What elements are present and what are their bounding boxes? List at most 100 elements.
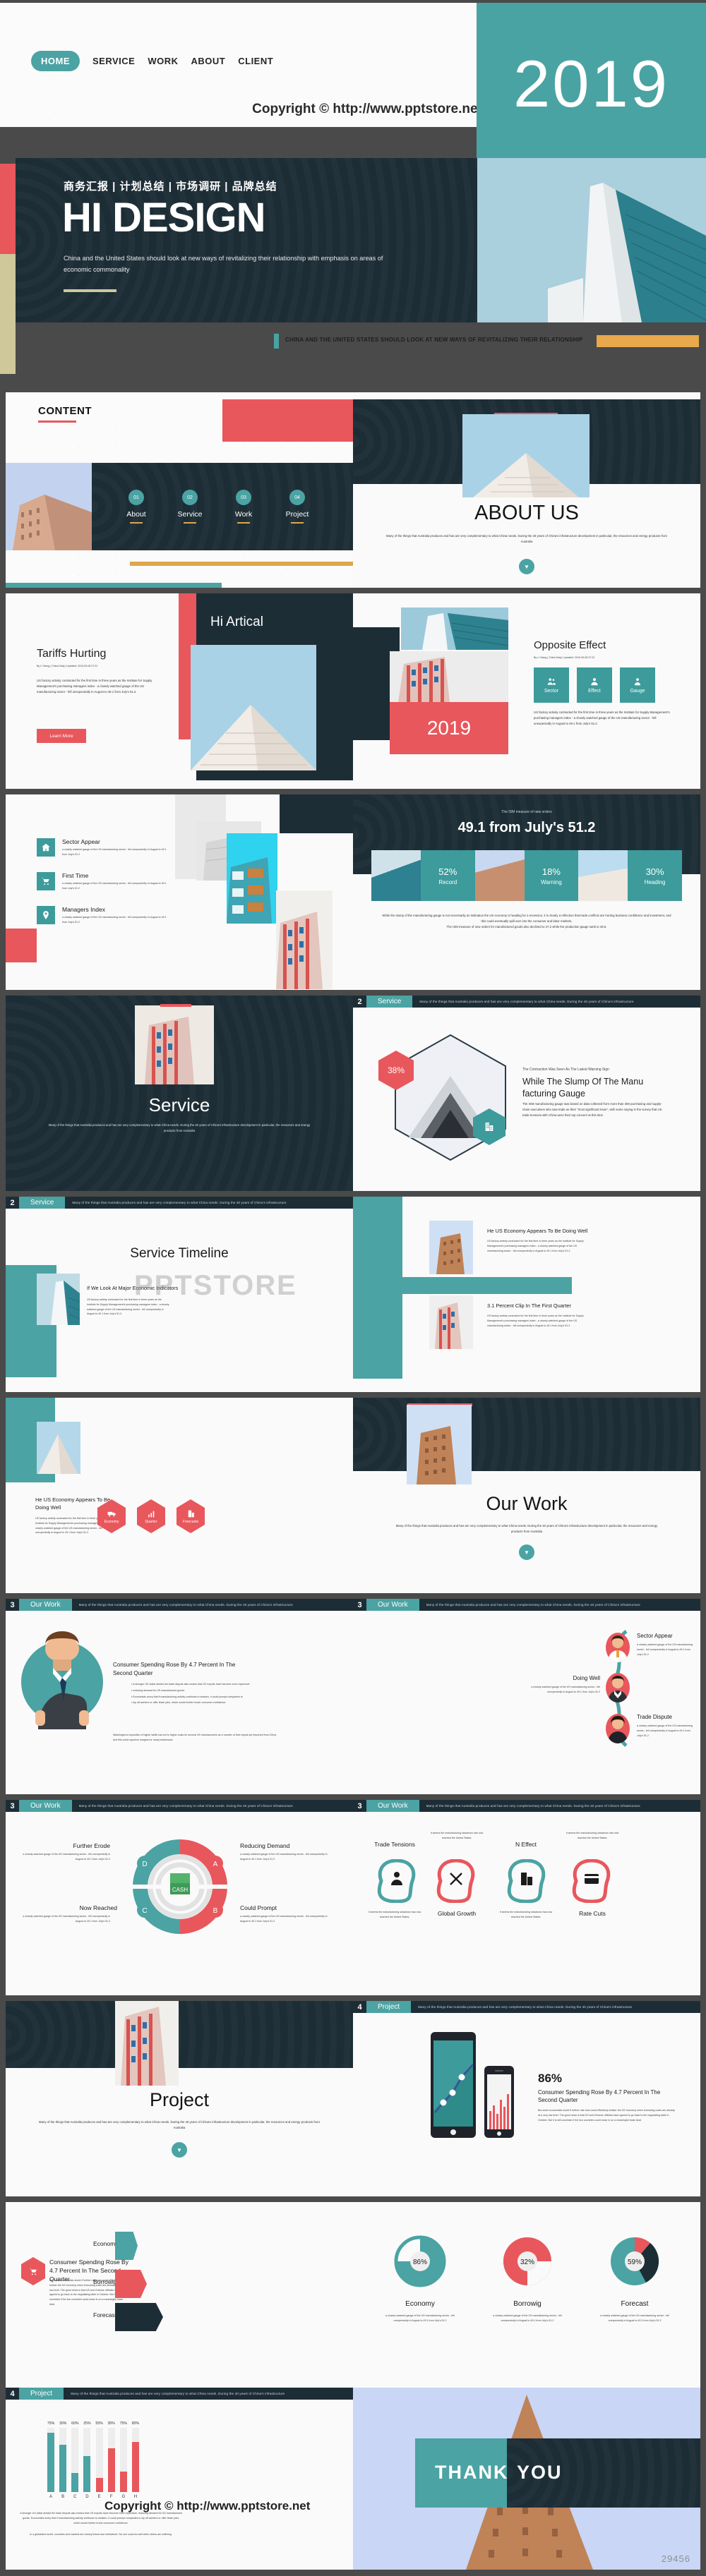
about-body: Many of the things that Australia produc…	[385, 534, 668, 543]
quadrant-body-a: a closely watched gauge of the US manufa…	[240, 1853, 328, 1861]
tablet-device	[431, 2032, 476, 2138]
slide-person[interactable]: 3 Our Work Many of the things that Austr…	[6, 1599, 353, 1794]
nav-item-service[interactable]: SERVICE	[92, 56, 135, 66]
slide-stats[interactable]: The ISM measure of new orders 49.1 from …	[353, 794, 700, 990]
timeline-title: Service Timeline	[130, 1246, 229, 1261]
content-item-dash	[184, 522, 196, 524]
slide-about-us[interactable]: ABOUT US Many of the things that Austral…	[353, 392, 700, 588]
learn-more-button[interactable]: Learn More	[37, 729, 86, 743]
bar-column: 25% D	[83, 2421, 91, 2499]
worker-icon	[634, 678, 641, 686]
slide-donut-quadrants[interactable]: 3 Our Work Many of the things that Austr…	[6, 1800, 353, 1995]
col-caption-3: It seems the manufacturing slowdown has …	[499, 1911, 553, 1918]
slide-hex[interactable]: 2 Service Many of the things that Austra…	[353, 996, 700, 1191]
bar-track	[119, 2428, 127, 2492]
twoblock-photo-1	[429, 1221, 473, 1274]
section-bar-work: 3 Our Work Many of the things that Austr…	[353, 1599, 700, 1611]
stat-value: 18%	[542, 866, 561, 877]
home-icon	[42, 843, 50, 852]
opposite-tiles[interactable]: Sector Effect Gauge	[534, 667, 655, 703]
list-item-body: a closely watched gauge of the US manufa…	[62, 848, 167, 856]
twoblock-photo-2	[429, 1295, 473, 1349]
slide-content[interactable]: CONTENT 01 About 02 Service 03 Work 04 P…	[6, 392, 353, 588]
section-text: Many of the things that Australia produc…	[426, 1804, 640, 1808]
hex-badge-forecasts[interactable]: Forecasts	[176, 1499, 205, 1533]
donut-body: a closely watched gauge of the US manufa…	[600, 2314, 669, 2322]
about-scroll-down-button[interactable]: ▼	[519, 559, 534, 574]
bar-category-label: D	[85, 2495, 89, 2499]
top-navigation[interactable]: HOME SERVICE WORK ABOUT CLIENT	[31, 51, 273, 71]
svg-text:B: B	[213, 1907, 218, 1915]
person-footer: Washington's imposition of higher tariff…	[113, 1734, 277, 1741]
hex-badge-economy[interactable]: Economy	[97, 1499, 126, 1533]
about-title: ABOUT US	[474, 502, 579, 524]
slide-work-divider[interactable]: Our Work Many of the things that Austral…	[353, 1398, 700, 1593]
content-item-about[interactable]: 01 About	[112, 490, 161, 524]
donut-chart-economy: 86%	[394, 2235, 446, 2287]
hex3-badges[interactable]: Economy Quarter Forecasts	[97, 1499, 205, 1533]
stat-card: 30% Heading	[628, 850, 683, 901]
thanks-title-b: YOU	[517, 2462, 563, 2483]
content-item-service[interactable]: 02 Service	[165, 490, 215, 524]
stat-value: 52%	[438, 866, 457, 877]
section-tag: Service	[366, 996, 413, 1008]
content-item-work[interactable]: 03 Work	[219, 490, 268, 524]
nav-item-about[interactable]: ABOUT	[191, 56, 226, 66]
slide-thank-you[interactable]: THANK YOU 29456	[353, 2388, 700, 2570]
nav-item-client[interactable]: CLIENT	[238, 56, 273, 66]
list-photo-c	[227, 833, 277, 924]
list-item[interactable]: Managers Index a closely watched gauge o…	[37, 906, 168, 925]
work-divider-scroll-button[interactable]: ▼	[519, 1544, 534, 1560]
hex-badge-quarter[interactable]: Quarter	[137, 1499, 165, 1533]
content-item-label: About	[126, 510, 146, 519]
slide-four-columns[interactable]: 3 Our Work Many of the things that Austr…	[353, 1800, 700, 1995]
tile-label: Gauge	[630, 689, 645, 694]
slide-opposite-effect[interactable]: 2019 Opposite Effect By Li Xiang | China…	[353, 593, 700, 789]
section-tag: Our Work	[366, 1599, 419, 1611]
artical-photo	[191, 645, 316, 770]
bar-fill	[95, 2477, 103, 2492]
slide-icon-list[interactable]: Sector Appear a closely watched gauge of…	[6, 794, 353, 990]
year-badge: 2019	[477, 3, 706, 164]
timeline-photo	[37, 1274, 80, 1325]
devices-body: But some economists doubt if further rat…	[538, 2109, 675, 2122]
section-tag: Project	[366, 2001, 412, 2013]
nav-item-home[interactable]: HOME	[31, 51, 80, 71]
donut-label: Forecast	[621, 2300, 649, 2308]
slide-devices[interactable]: 4 Project Many of the things that Austra…	[353, 2001, 700, 2196]
content-teal-bar	[6, 583, 222, 588]
tile-gauge[interactable]: Gauge	[620, 667, 655, 703]
tile-sector[interactable]: Sector	[534, 667, 569, 703]
quadrant-body-b: a closely watched gauge of the US manufa…	[240, 1915, 328, 1923]
slide-two-block[interactable]: He US Economy Appears To Be Doing Well U…	[353, 1197, 700, 1392]
list-item[interactable]: Sector Appear a closely watched gauge of…	[37, 838, 168, 857]
slide-project-divider[interactable]: Project Many of the things that Australi…	[6, 2001, 353, 2196]
nav-item-work[interactable]: WORK	[148, 56, 178, 66]
bar-column: 75% G	[119, 2421, 128, 2499]
content-item-project[interactable]: 04 Project	[273, 490, 322, 524]
list-item[interactable]: First Time a closely watched gauge of th…	[37, 872, 168, 891]
bar-value-label: 75%	[119, 2421, 127, 2426]
hero-chinese-subtitle: 商务汇报 | 计划总结 | 市场调研 | 品牌总结	[64, 181, 277, 193]
avatar	[606, 1714, 630, 1743]
opposite-photo-top	[401, 607, 508, 650]
slide-donuts[interactable]: 86% Economy a closely watched gauge of t…	[353, 2202, 700, 2397]
list-item-body: a closely watched gauge of the US manufa…	[62, 916, 167, 924]
quadrant-title-b: Could Prompt	[240, 1904, 277, 1911]
opposite-year-badge: 2019	[390, 702, 508, 754]
bar-track	[107, 2428, 115, 2492]
slide-hex3[interactable]: He US Economy Appears To Be Doing Well U…	[6, 1398, 353, 1593]
slide-avatars[interactable]: 3 Our Work Many of the things that Austr…	[353, 1599, 700, 1794]
twoblock-teal-left	[353, 1197, 402, 1379]
slide-service-divider[interactable]: Service Many of the things that Australi…	[6, 996, 353, 1191]
bar-category-label: A	[49, 2495, 53, 2499]
slide-tariffs[interactable]: Tariffs Hurting By Li Xiang | China Dail…	[6, 593, 353, 789]
stats-eyebrow: The ISM measure of new orders	[501, 810, 552, 814]
section-text: Many of the things that Australia produc…	[419, 1000, 634, 1003]
slide-arrows[interactable]: Consumer Spending Rose By 4.7 Percent In…	[6, 2202, 353, 2397]
hex-title: While The Slump Of The Manu facturing Ga…	[522, 1077, 644, 1099]
project-divider-scroll-button[interactable]: ▼	[172, 2142, 187, 2158]
slide-bar-chart[interactable]: 4 Project Many of the things that Austra…	[6, 2388, 353, 2570]
hero-photo	[477, 158, 706, 322]
tile-effect[interactable]: Effect	[577, 667, 612, 703]
